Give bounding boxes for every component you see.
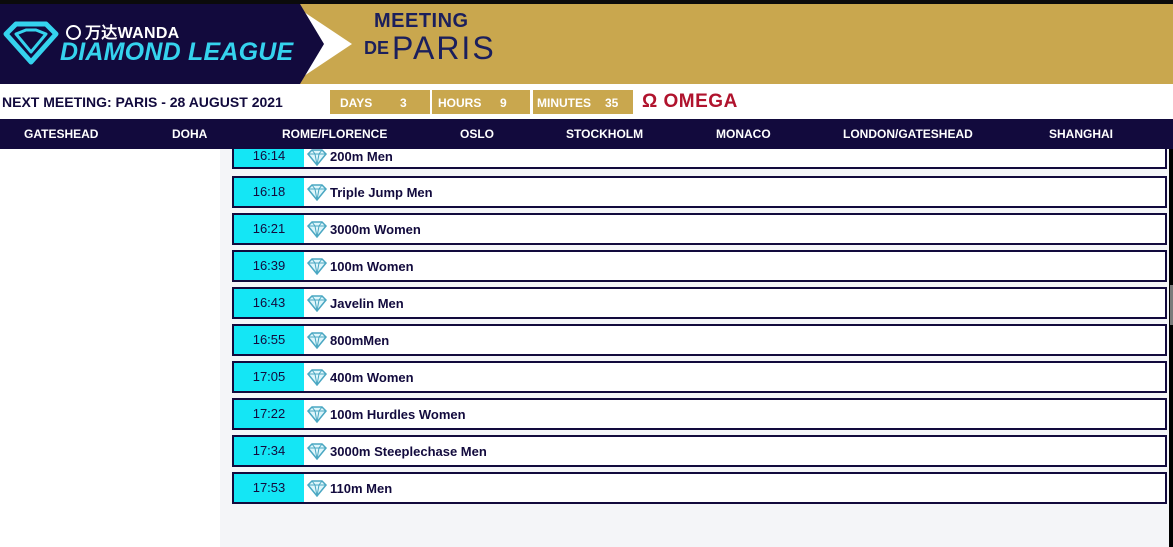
countdown-days: DAYS 3 (330, 90, 430, 114)
days-value: 3 (400, 96, 407, 110)
schedule-row[interactable]: 17:34 3000m Steeplechase Men (232, 435, 1167, 467)
schedule-row[interactable]: 17:05 400m Women (232, 361, 1167, 393)
meeting-city: PARIS (392, 30, 496, 66)
schedule-row[interactable]: 16:43 Javelin Men (232, 287, 1167, 319)
diamond-league-logo[interactable]: 万达WANDA DIAMOND LEAGUE (0, 4, 300, 84)
event-time: 16:14 (234, 149, 304, 167)
nav-item-gateshead[interactable]: GATESHEAD (24, 127, 98, 141)
schedule-row[interactable]: 16:14 200m Men (232, 149, 1167, 169)
schedule-row[interactable]: 17:53 110m Men (232, 472, 1167, 504)
nav-item-doha[interactable]: DOHA (172, 127, 207, 141)
diamond-league-title: DIAMOND LEAGUE (60, 38, 294, 66)
header-banner: 万达WANDA DIAMOND LEAGUE MEETING DE PARIS (0, 4, 1173, 84)
event-name: 100m Hurdles Women (330, 407, 466, 422)
next-meeting-label: NEXT MEETING: PARIS - 28 AUGUST 2021 (2, 94, 283, 110)
nav-item-oslo[interactable]: OSLO (460, 127, 494, 141)
diamond-icon (306, 295, 328, 312)
omega-sponsor-logo[interactable]: Ω OMEGA (642, 91, 738, 113)
diamond-icon (306, 221, 328, 238)
event-time: 17:34 (234, 437, 304, 465)
diamond-league-icon (3, 21, 59, 65)
diamond-icon (306, 406, 328, 423)
diamond-icon (306, 184, 328, 201)
event-time: 16:43 (234, 289, 304, 317)
schedule-row[interactable]: 16:21 3000m Women (232, 213, 1167, 245)
event-name: 400m Women (330, 370, 414, 385)
event-name: Triple Jump Men (330, 185, 433, 200)
meetings-nav: GATESHEAD DOHA ROME/FLORENCE OSLO STOCKH… (0, 119, 1173, 149)
nav-item-rome-florence[interactable]: ROME/FLORENCE (282, 127, 387, 141)
scrollbar-track[interactable] (1169, 149, 1173, 547)
event-time: 17:05 (234, 363, 304, 391)
countdown-minutes: MINUTES 35 (533, 90, 633, 114)
hours-value: 9 (500, 96, 507, 110)
nav-item-london-gateshead[interactable]: LONDON/GATESHEAD (843, 127, 973, 141)
next-meeting-bar: NEXT MEETING: PARIS - 28 AUGUST 2021 DAY… (0, 86, 1173, 118)
event-name: 3000m Women (330, 222, 421, 237)
event-time: 16:39 (234, 252, 304, 280)
hours-label: HOURS (438, 96, 482, 110)
event-name: 800mMen (330, 333, 390, 348)
diamond-icon (306, 258, 328, 275)
days-label: DAYS (340, 96, 373, 110)
diamond-icon (306, 332, 328, 349)
event-time: 17:22 (234, 400, 304, 428)
schedule-row[interactable]: 16:55 800mMen (232, 324, 1167, 356)
event-name: 100m Women (330, 259, 414, 274)
diamond-icon (306, 149, 328, 166)
event-time: 17:53 (234, 474, 304, 502)
diamond-icon (306, 369, 328, 386)
meeting-de: DE (364, 38, 390, 58)
event-name: 110m Men (330, 481, 393, 496)
left-sidebar (0, 149, 220, 547)
nav-item-shanghai[interactable]: SHANGHAI (1049, 127, 1113, 141)
countdown-hours: HOURS 9 (432, 90, 530, 114)
schedule-row[interactable]: 17:22 100m Hurdles Women (232, 398, 1167, 430)
event-name: 200m Men (330, 149, 393, 164)
diamond-icon (306, 480, 328, 497)
event-time: 16:18 (234, 178, 304, 206)
minutes-value: 35 (605, 96, 619, 110)
event-time: 16:55 (234, 326, 304, 354)
logo-arrow-point (300, 4, 324, 84)
event-time: 16:21 (234, 215, 304, 243)
nav-item-monaco[interactable]: MONACO (716, 127, 771, 141)
minutes-label: MINUTES (537, 96, 591, 110)
diamond-icon (306, 443, 328, 460)
event-name: Javelin Men (330, 296, 404, 311)
schedule-row[interactable]: 16:18 Triple Jump Men (232, 176, 1167, 208)
nav-item-stockholm[interactable]: STOCKHOLM (566, 127, 643, 141)
schedule-row[interactable]: 16:39 100m Women (232, 250, 1167, 282)
event-name: 3000m Steeplechase Men (330, 444, 487, 459)
